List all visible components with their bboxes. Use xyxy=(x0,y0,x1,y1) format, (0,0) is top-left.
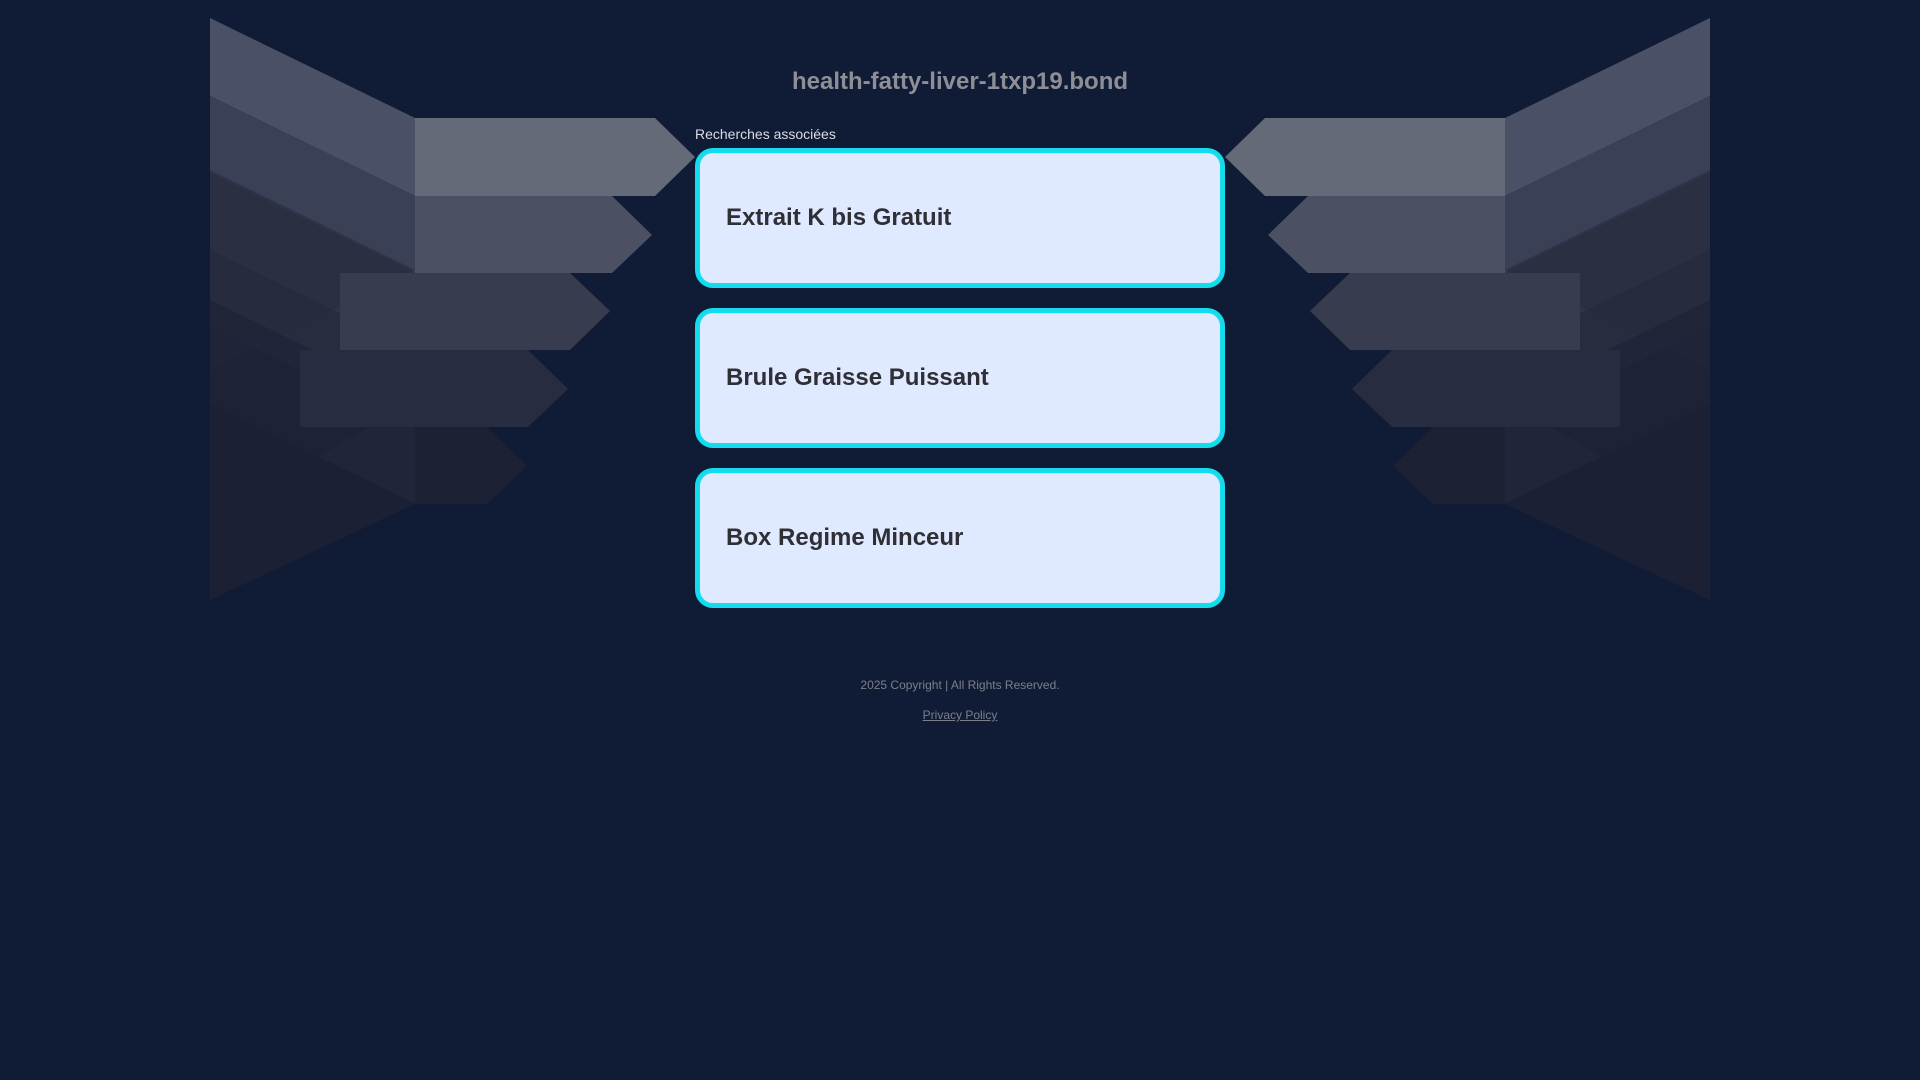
related-link-label: Brule Graisse Puissant xyxy=(726,364,989,391)
copyright-text: 2025 Copyright | All Rights Reserved. xyxy=(860,678,1060,692)
related-searches-heading: Recherches associées xyxy=(695,126,836,142)
related-link-label: Box Regime Minceur xyxy=(726,524,964,551)
domain-title: health-fatty-liver-1txp19.bond xyxy=(791,68,1129,95)
privacy-footer: Privacy Policy xyxy=(0,708,1920,722)
privacy-policy-link[interactable]: Privacy Policy xyxy=(923,708,998,722)
related-link-box-regime[interactable]: Box Regime Minceur xyxy=(695,468,1225,608)
related-link-label: Extrait K bis Gratuit xyxy=(726,204,952,231)
related-link-brule-graisse[interactable]: Brule Graisse Puissant xyxy=(695,308,1225,448)
related-link-extrait-k-bis[interactable]: Extrait K bis Gratuit xyxy=(695,148,1225,288)
related-searches: Recherches associées Extrait K bis Gratu… xyxy=(695,126,1225,628)
parked-domain-page: health-fatty-liver-1txp19.bond Recherche… xyxy=(0,0,1920,1080)
